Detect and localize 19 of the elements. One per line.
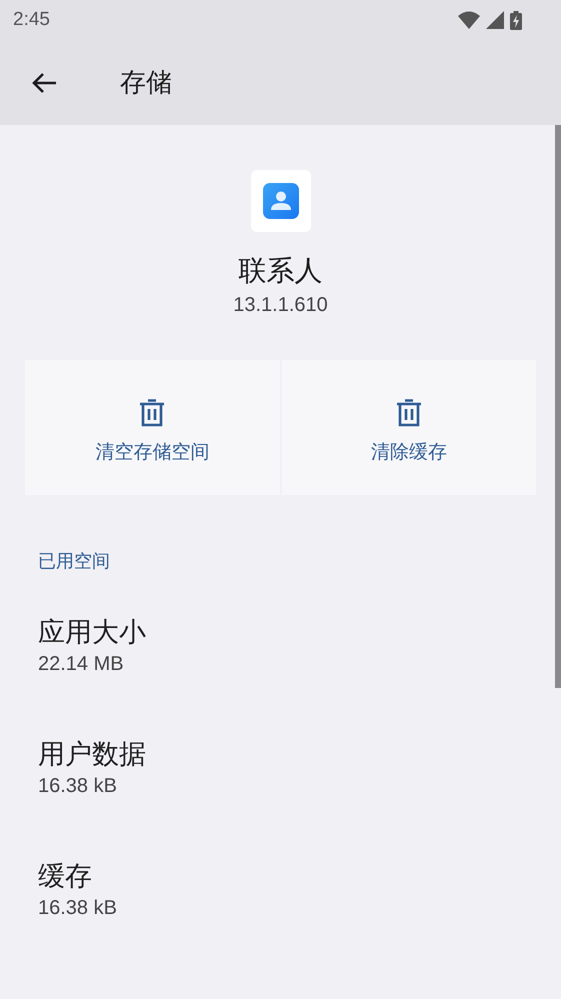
item-value: 16.38 kB <box>38 774 118 799</box>
battery-icon <box>510 10 522 30</box>
action-button[interactable]: 清空存储空间 <box>25 360 280 495</box>
wifi-icon <box>458 11 480 29</box>
item-title: 应用大小 <box>38 616 147 650</box>
app-version: 13.1.1.610 <box>233 293 328 318</box>
item-value: 16.38 kB <box>38 896 118 921</box>
item-value: 22.14 MB <box>38 652 125 677</box>
item-title: 缓存 <box>38 860 93 894</box>
status-time: 2:45 <box>13 9 50 31</box>
action-button[interactable]: 清除缓存 <box>282 360 536 495</box>
trash-icon <box>396 398 422 426</box>
page-title: 存储 <box>120 67 172 100</box>
item-title: 用户数据 <box>38 738 147 772</box>
contacts-app-icon <box>250 170 310 232</box>
section-header: 已用空间 <box>38 550 111 573</box>
app-name: 联系人 <box>238 253 322 289</box>
trash-icon <box>139 398 166 426</box>
signal-icon <box>486 11 504 29</box>
